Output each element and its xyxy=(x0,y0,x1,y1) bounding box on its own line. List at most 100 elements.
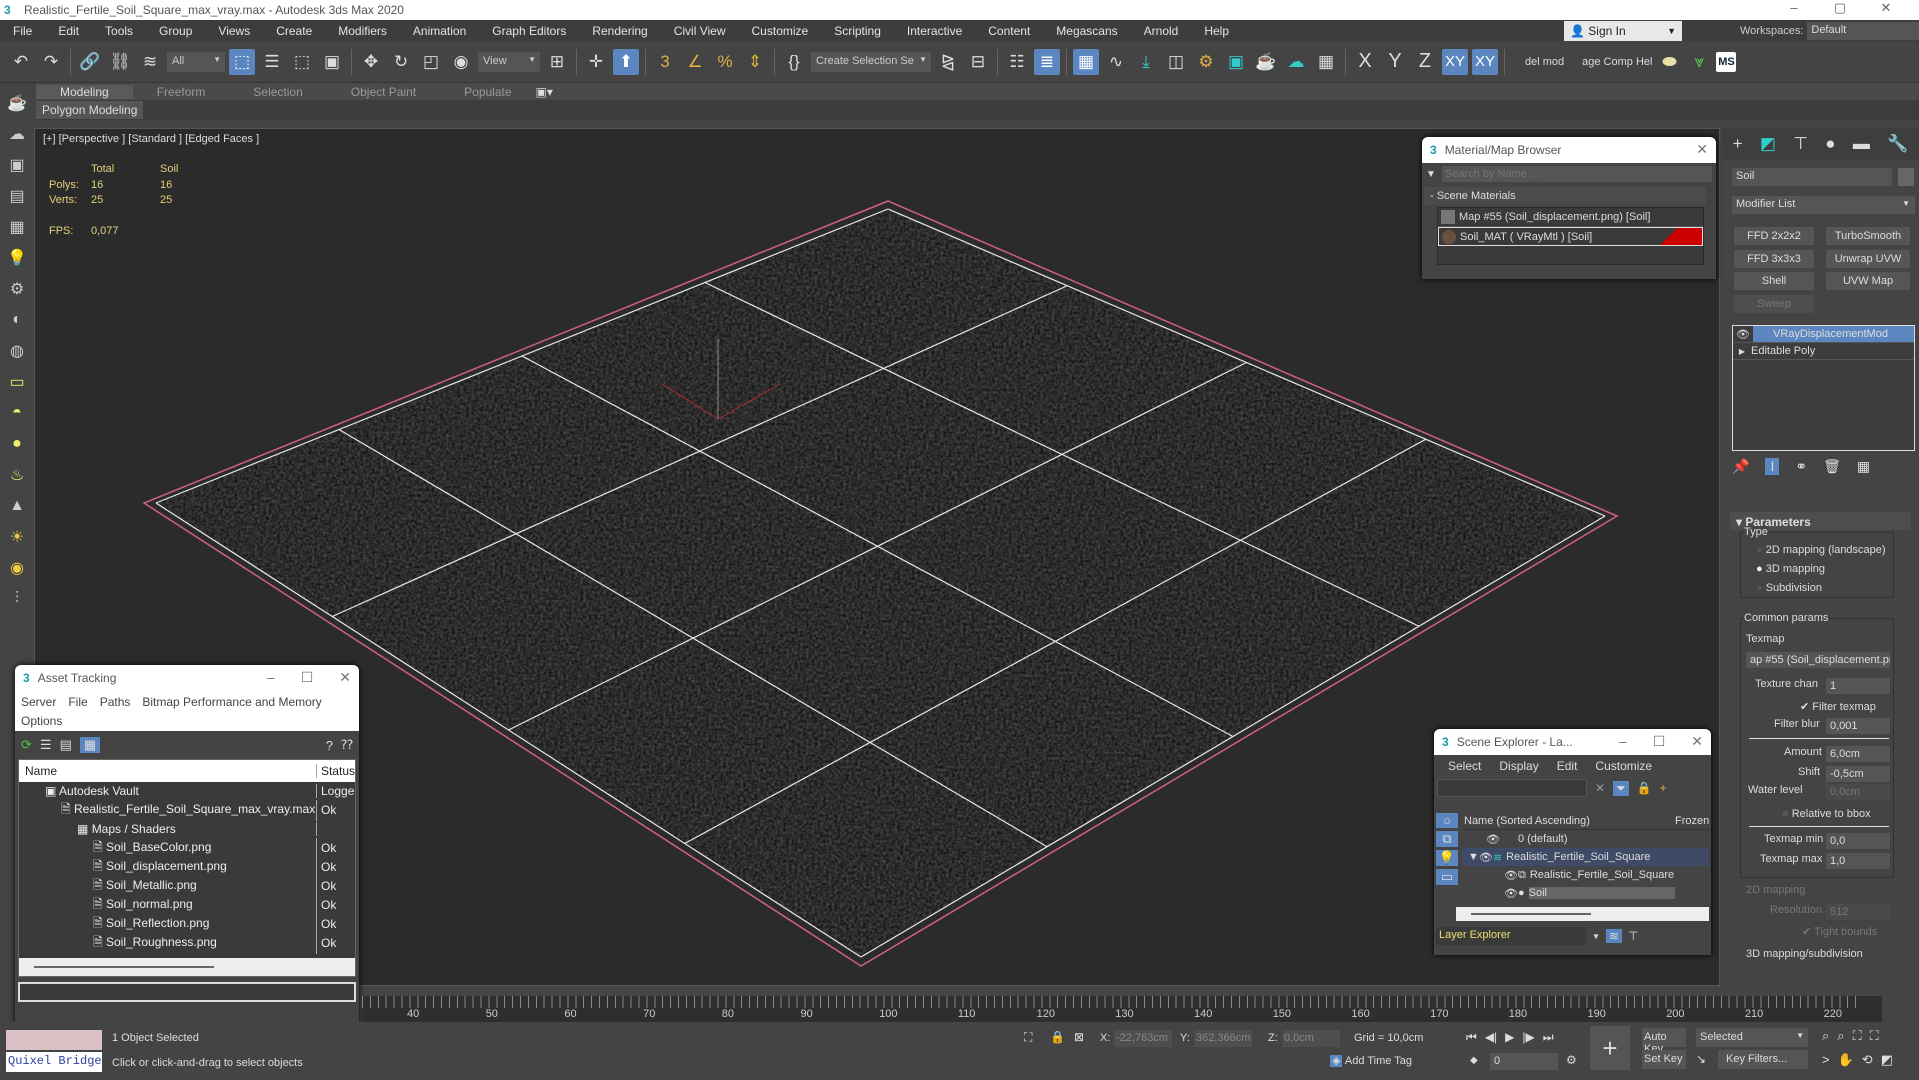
show-end-result-icon[interactable]: I xyxy=(1765,458,1780,475)
asset-row[interactable]: 🗎 Soil_normal.png Ok xyxy=(19,894,355,916)
prev-frame-icon[interactable]: ◀| xyxy=(1485,1030,1497,1045)
modifier-list-dropdown[interactable]: Modifier List ▼ xyxy=(1732,196,1915,214)
menu-display[interactable]: Display xyxy=(1499,759,1538,773)
angle-snap-icon[interactable]: ∠ xyxy=(682,49,708,75)
tab-populate[interactable]: Populate xyxy=(440,85,535,99)
amount-spinner[interactable]: 6,0cm xyxy=(1826,746,1890,762)
pivot-center-icon[interactable]: ⊞ xyxy=(544,49,570,75)
menu-megascans[interactable]: Megascans xyxy=(1043,24,1130,38)
toggle-scene-explorer-icon[interactable]: ☷ xyxy=(1004,49,1030,75)
play-icon[interactable]: ▶ xyxy=(1505,1030,1514,1045)
scene-materials-group[interactable]: - Scene Materials xyxy=(1424,187,1706,205)
explorer-type-dropdown[interactable]: Layer Explorer xyxy=(1436,927,1586,945)
ies-icon[interactable]: ◉ xyxy=(5,555,29,580)
add-layer-icon[interactable]: + xyxy=(1660,781,1667,795)
uvw-map-button[interactable]: UVW Map xyxy=(1826,272,1910,290)
align-icon[interactable]: ⊟ xyxy=(965,49,991,75)
menu-graph-editors[interactable]: Graph Editors xyxy=(479,24,579,38)
menu-create[interactable]: Create xyxy=(263,24,325,38)
horizontal-scrollbar[interactable] xyxy=(19,958,355,976)
set-keys-icon[interactable]: + xyxy=(1590,1026,1630,1070)
layer-row-default[interactable]: 👁 0 (default) xyxy=(1462,830,1709,848)
maximize-icon[interactable]: ☐ xyxy=(301,669,314,686)
menu-bitmap-performance[interactable]: Bitmap Performance and Memory xyxy=(142,695,321,709)
material-list-item[interactable]: Map #55 (Soil_displacement.png) [Soil] xyxy=(1438,208,1703,227)
percent-snap-icon[interactable]: % xyxy=(712,49,738,75)
display-lights-icon[interactable]: 💡 xyxy=(1436,850,1458,866)
set-key-button[interactable]: Set Key xyxy=(1642,1050,1686,1069)
menu-civil-view[interactable]: Civil View xyxy=(661,24,739,38)
asset-row[interactable]: 🗎 Soil_Reflection.png Ok xyxy=(19,913,355,935)
mirror-icon[interactable]: ⧎ xyxy=(935,49,961,75)
auto-key-button[interactable]: Auto Key xyxy=(1642,1028,1686,1055)
polygon-modeling-button[interactable]: Polygon Modeling xyxy=(36,101,144,119)
cloud-icon[interactable]: ☁ xyxy=(5,121,29,146)
menu-views[interactable]: Views xyxy=(205,24,263,38)
absolute-mode-icon[interactable]: ⊠ xyxy=(1074,1030,1084,1044)
render-frame-window-grid-icon[interactable]: ▦ xyxy=(1313,49,1339,75)
water-level-spinner[interactable]: 0,0cm xyxy=(1826,784,1890,800)
spot-icon[interactable]: ▲ xyxy=(5,493,29,518)
asset-row[interactable]: 🗎 Realistic_Fertile_Soil_Square_max_vray… xyxy=(19,799,355,821)
unwrap-uvw-button[interactable]: Unwrap UVW xyxy=(1826,250,1910,268)
z-coordinate-field[interactable]: 0,0cm xyxy=(1282,1030,1340,1047)
menu-customize[interactable]: Customize xyxy=(1595,759,1652,773)
tab-object-paint[interactable]: Object Paint xyxy=(327,85,440,99)
menu-file[interactable]: File xyxy=(0,24,45,38)
menu-file[interactable]: File xyxy=(68,695,87,709)
render-production-icon[interactable]: ☕ xyxy=(1253,49,1279,75)
hierarchy-tab-icon[interactable]: ⊤ xyxy=(1793,134,1808,154)
maximize-button[interactable]: ▢ xyxy=(1817,0,1863,16)
display-geometry-icon[interactable]: ○ xyxy=(1436,813,1458,828)
camera-icon[interactable]: ◐ xyxy=(5,307,29,332)
tab-selection[interactable]: Selection xyxy=(229,85,326,99)
resolution-spinner[interactable]: 512 xyxy=(1826,904,1890,920)
link-icon[interactable]: 🔗 xyxy=(77,49,103,75)
axis-x-button[interactable]: X xyxy=(1352,49,1378,75)
sphere-icon[interactable]: ● xyxy=(5,431,29,456)
light-icon[interactable]: 💡 xyxy=(5,245,29,270)
object-row-realistic-fertile-soil-square[interactable]: 👁 ⧉ Realistic_Fertile_Soil_Square xyxy=(1462,866,1709,884)
stack-item-editable-poly[interactable]: ▶ Editable Poly xyxy=(1733,343,1914,360)
menu-edit[interactable]: Edit xyxy=(45,24,92,38)
column-header-status[interactable]: Status xyxy=(317,764,355,778)
panel-icon[interactable]: ▤ xyxy=(5,183,29,208)
y-coordinate-field[interactable]: 362,366cm xyxy=(1194,1030,1252,1047)
options-triangle-icon[interactable]: ▼ xyxy=(1426,169,1436,180)
reference-coord-dropdown[interactable]: View ▼ xyxy=(478,51,540,72)
select-manipulate-icon[interactable]: ✛ xyxy=(583,49,609,75)
menu-scripting[interactable]: Scripting xyxy=(821,24,894,38)
sort-by-layer-icon[interactable]: ≋ xyxy=(1605,929,1622,943)
asset-path-field[interactable] xyxy=(18,982,356,1002)
dome-icon[interactable]: ◓ xyxy=(5,400,29,425)
menu-server[interactable]: Server xyxy=(21,695,56,709)
rect-selection-icon[interactable]: ⬚ xyxy=(289,49,315,75)
schematic-view-icon[interactable]: ⤓ xyxy=(1133,49,1159,75)
keyboard-shortcut-override-icon[interactable]: ⬆ xyxy=(613,48,639,75)
eye-icon[interactable]: 👁 xyxy=(1479,851,1493,864)
menu-group[interactable]: Group xyxy=(146,24,205,38)
menu-help[interactable]: Help xyxy=(1191,24,1242,38)
menu-edit[interactable]: Edit xyxy=(1557,759,1578,773)
goto-end-icon[interactable]: ⏭ xyxy=(1543,1030,1554,1045)
sign-in-dropdown[interactable]: 👤 Sign In ▼ xyxy=(1564,21,1682,41)
close-button[interactable]: ✕ xyxy=(1863,0,1909,16)
curve-editor-icon[interactable]: ∿ xyxy=(1103,49,1129,75)
menu-customize[interactable]: Customize xyxy=(739,24,822,38)
table-view-icon[interactable]: ▦ xyxy=(79,737,101,753)
menu-select[interactable]: Select xyxy=(1448,759,1481,773)
modify-tab-icon[interactable]: ◩ xyxy=(1760,134,1776,154)
close-icon[interactable]: ✕ xyxy=(339,669,351,686)
zoom-icon[interactable]: ⌕ xyxy=(1822,1028,1829,1044)
time-config-icon[interactable]: ⚙ xyxy=(1566,1053,1577,1067)
helper-icon[interactable]: ⚙ xyxy=(5,276,29,301)
minimize-icon[interactable]: – xyxy=(267,669,275,686)
add-time-tag[interactable]: ◈ Add Time Tag xyxy=(1330,1054,1412,1067)
minimize-icon[interactable]: – xyxy=(1619,733,1627,750)
ffd-2x2x2-button[interactable]: FFD 2x2x2 xyxy=(1734,227,1814,245)
asset-row[interactable]: ▣ Autodesk Vault Logge xyxy=(19,782,355,801)
texmap-max-spinner[interactable]: 1,0 xyxy=(1826,853,1890,869)
next-frame-icon[interactable]: |▶ xyxy=(1522,1030,1534,1045)
edit-named-selection-icon[interactable]: {} xyxy=(781,49,807,75)
menu-options[interactable]: Options xyxy=(21,714,62,728)
